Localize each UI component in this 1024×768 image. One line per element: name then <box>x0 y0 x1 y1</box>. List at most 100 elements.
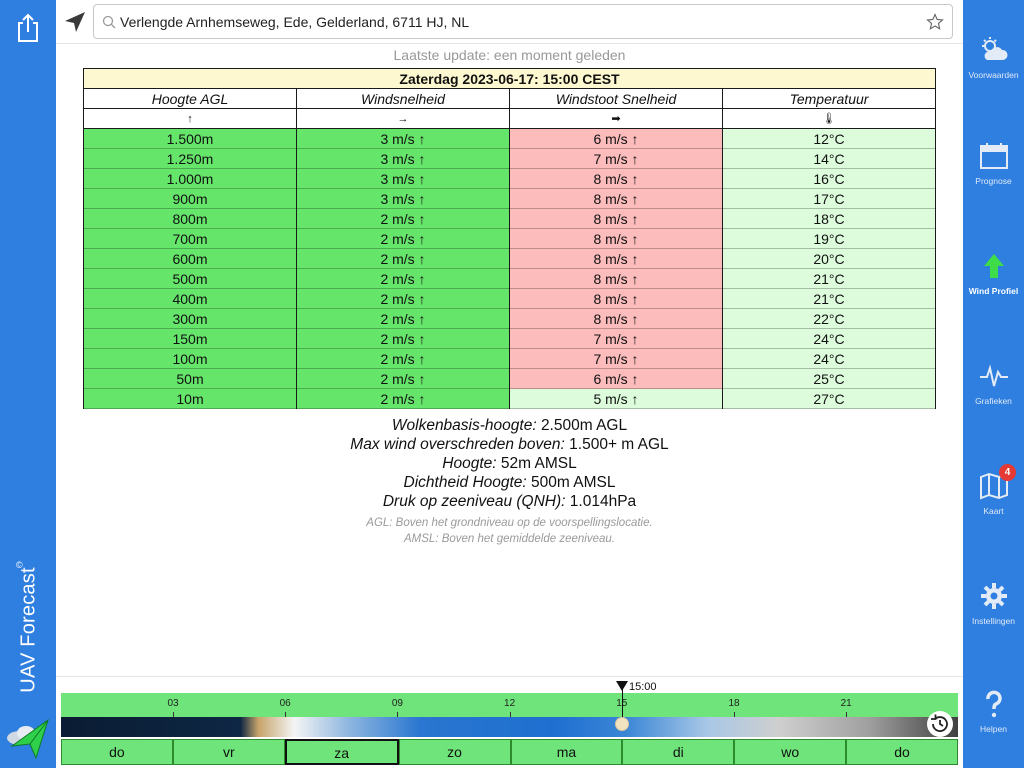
app-logo[interactable] <box>4 712 52 762</box>
logo-icon <box>7 718 49 760</box>
temperature-cell: 27°C <box>722 388 936 409</box>
density-altitude-value: 500m AMSL <box>531 474 616 491</box>
height-cell: 700m <box>83 228 297 249</box>
day-tab[interactable]: vr <box>172 739 285 765</box>
nav-item-grafieken[interactable]: Grafieken <box>963 360 1024 430</box>
share-button[interactable] <box>14 12 42 44</box>
search-icon <box>102 15 116 29</box>
gust-speed-cell: 6 m/s ↑ <box>509 368 723 389</box>
day-tab[interactable]: zo <box>398 739 511 765</box>
height-cell: 600m <box>83 248 297 269</box>
temperature-cell: 24°C <box>722 328 936 349</box>
qnh-value: 1.014hPa <box>569 493 637 510</box>
day-tab[interactable]: di <box>622 739 735 765</box>
density-altitude-label: Dichtheid Hoogte: <box>403 474 527 491</box>
col-header-gust: Windstoot Snelheid <box>509 88 723 109</box>
search-input[interactable] <box>120 5 910 38</box>
col-header-height: Hoogte AGL <box>83 88 297 109</box>
history-button[interactable] <box>927 711 953 737</box>
wind-speed-cell: 2 m/s ↑ <box>296 268 510 289</box>
hour-label: 09 <box>391 698 403 709</box>
table-row: 10m 2 m/s ↑ 5 m/s ↑ 27°C <box>83 388 936 409</box>
gust-speed-cell: 8 m/s ↑ <box>509 248 723 269</box>
height-cell: 900m <box>83 188 297 209</box>
cloud-base-label: Wolkenbasis-hoogte: <box>391 417 537 434</box>
last-update-text: Laatste update: een moment geleden <box>393 47 626 63</box>
gust-speed-cell: 8 m/s ↑ <box>509 288 723 309</box>
gear-icon <box>980 583 1007 609</box>
height-cell: 500m <box>83 268 297 289</box>
history-icon <box>931 714 948 732</box>
temperature-cell: 25°C <box>722 368 936 389</box>
timeline: 03060912151821 15:00 dovrzazomadiwodo <box>56 676 963 768</box>
col-header-wind: Windsnelheid <box>296 88 510 109</box>
temperature-cell: 16°C <box>722 168 936 189</box>
height-arrow-icon: ↑ <box>83 108 297 129</box>
time-cursor-knob[interactable] <box>615 717 629 731</box>
app-root: © UAV Forecast Verlengde Arnhemseweg, Ed… <box>0 0 1024 768</box>
nav-label-wind-profiel: Wind Profiel <box>968 286 1019 296</box>
locate-button[interactable] <box>63 10 87 34</box>
table-row: 100m 2 m/s ↑ 7 m/s ↑ 24°C <box>83 348 936 369</box>
cloud-base-value: 2.500m AGL <box>540 417 628 434</box>
day-tab[interactable]: ma <box>510 739 623 765</box>
hour-label: 21 <box>840 698 852 709</box>
height-cell: 50m <box>83 368 297 389</box>
cloud-base: Wolkenbasis-hoogte: 2.500m AGL <box>56 416 963 435</box>
max-wind: Max wind overschreden boven: 1.500+ m AG… <box>56 435 963 454</box>
table-row: 600m 2 m/s ↑ 8 m/s ↑ 20°C <box>83 248 936 269</box>
table-title: Zaterdag 2023-06-17: 15:00 CEST <box>83 68 936 89</box>
nav-label-voorwaarden: Voorwaarden <box>968 70 1019 80</box>
nav-item-kaart[interactable]: 4 Kaart <box>963 464 1024 540</box>
temperature-cell: 14°C <box>722 148 936 169</box>
day-tab[interactable]: do <box>61 739 173 765</box>
timeline-daylight-bar[interactable] <box>61 717 958 737</box>
table-row: 50m 2 m/s ↑ 6 m/s ↑ 25°C <box>83 368 936 389</box>
table-row: 150m 2 m/s ↑ 7 m/s ↑ 24°C <box>83 328 936 349</box>
temperature-cell: 18°C <box>722 208 936 229</box>
density-altitude: Dichtheid Hoogte: 500m AMSL <box>56 473 963 492</box>
height-cell: 400m <box>83 288 297 309</box>
favorite-button[interactable] <box>926 13 944 31</box>
day-tab[interactable]: za <box>284 739 399 765</box>
height-cell: 10m <box>83 388 297 409</box>
gust-speed-cell: 8 m/s ↑ <box>509 268 723 289</box>
height-cell: 1.250m <box>83 148 297 169</box>
time-cursor-marker-icon[interactable] <box>616 681 628 691</box>
day-tab[interactable]: wo <box>734 739 847 765</box>
help-icon <box>985 690 1002 718</box>
nav-label-prognose: Prognose <box>975 176 1012 186</box>
col-header-temperature: Temperatuur <box>722 88 936 109</box>
search-box <box>93 4 953 39</box>
altitude-value: 52m AMSL <box>500 455 577 472</box>
wind-speed-cell: 2 m/s ↑ <box>296 288 510 309</box>
brand: UAV Forecast <box>14 560 44 700</box>
altitude-label: Hoogte: <box>442 455 497 472</box>
gust-speed-cell: 8 m/s ↑ <box>509 188 723 209</box>
nav-item-helpen[interactable]: Helpen <box>963 688 1024 758</box>
thermometer-icon: 🌡 <box>722 108 936 129</box>
temperature-cell: 21°C <box>722 268 936 289</box>
table-row: 700m 2 m/s ↑ 8 m/s ↑ 19°C <box>83 228 936 249</box>
hour-label: 06 <box>279 698 291 709</box>
wind-speed-cell: 2 m/s ↑ <box>296 388 510 409</box>
pulse-icon <box>979 364 1008 387</box>
nav-item-wind-profiel[interactable]: Wind Profiel <box>963 250 1024 320</box>
nav-label-helpen: Helpen <box>980 724 1007 734</box>
timeline-hours[interactable]: 03060912151821 <box>61 693 958 717</box>
star-icon <box>926 13 944 30</box>
calendar-icon <box>979 143 1008 169</box>
nav-item-prognose[interactable]: Prognose <box>963 140 1024 210</box>
wind-speed-cell: 2 m/s ↑ <box>296 248 510 269</box>
weather-icon <box>981 37 1008 60</box>
day-tab[interactable]: do <box>846 739 958 765</box>
nav-item-voorwaarden[interactable]: Voorwaarden <box>963 34 1024 104</box>
nav-item-instellingen[interactable]: Instellingen <box>963 580 1024 650</box>
nav-label-grafieken: Grafieken <box>975 396 1012 406</box>
max-wind-label: Max wind overschreden boven: <box>350 436 565 453</box>
arrow-up-icon <box>983 254 1004 278</box>
gust-arrow-icon: ➡ <box>509 108 723 129</box>
wind-speed-cell: 2 m/s ↑ <box>296 328 510 349</box>
wind-profile-table: Zaterdag 2023-06-17: 15:00 CEST Hoogte A… <box>83 68 936 409</box>
hour-label: 12 <box>504 698 516 709</box>
